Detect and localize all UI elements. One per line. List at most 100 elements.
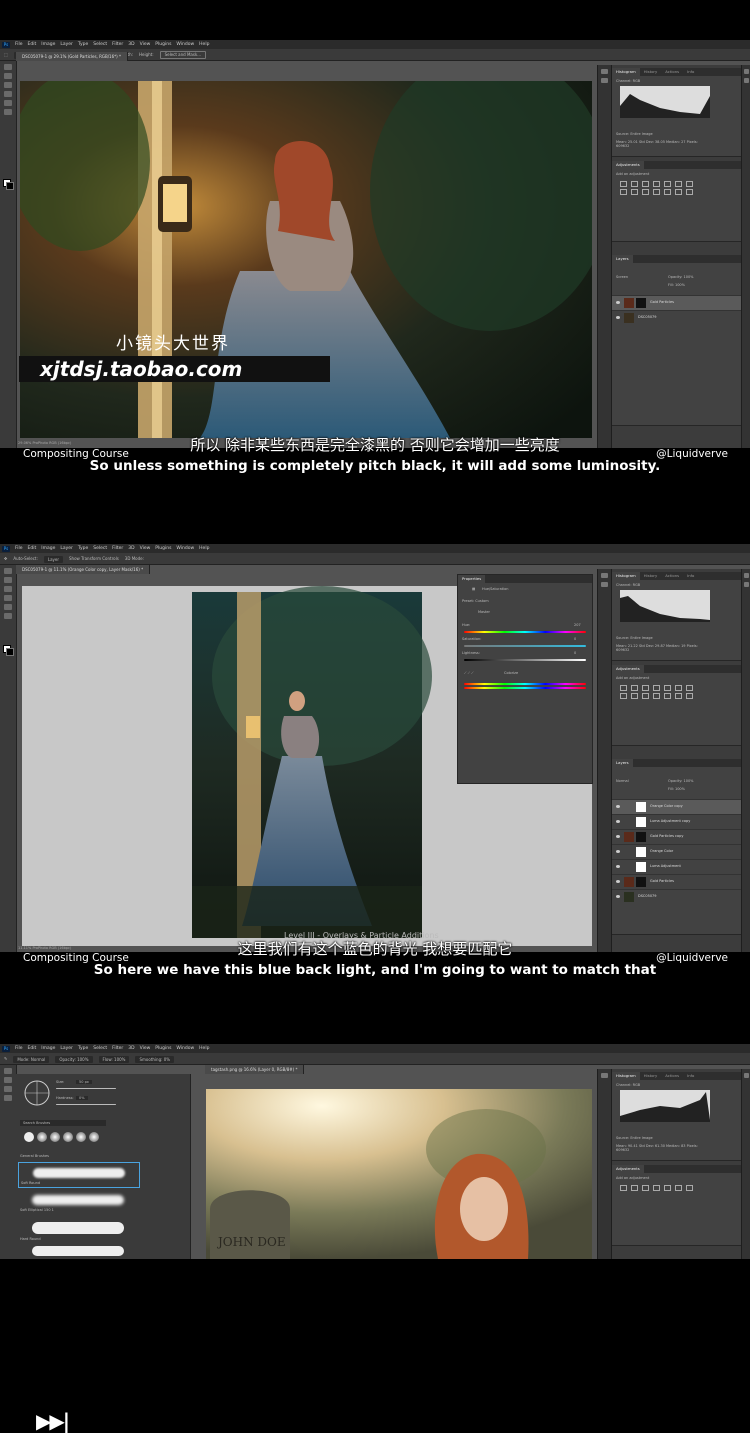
color-icon[interactable] bbox=[743, 573, 749, 578]
tab-history[interactable]: History bbox=[640, 68, 662, 76]
layer-row[interactable]: Gold Particles copy bbox=[612, 829, 741, 844]
menu-plugins[interactable]: Plugins bbox=[155, 1044, 171, 1053]
layer-row[interactable]: Gold Particles bbox=[612, 874, 741, 889]
brush-tip-icon[interactable] bbox=[24, 1132, 34, 1142]
saturation-slider[interactable] bbox=[464, 645, 586, 647]
adjustments-title[interactable]: Adjustments bbox=[612, 1165, 644, 1173]
swatches-icon[interactable] bbox=[601, 582, 608, 587]
properties-icon[interactable] bbox=[601, 573, 608, 578]
crop-tool-icon[interactable] bbox=[4, 595, 12, 601]
lasso-tool-icon[interactable] bbox=[4, 586, 12, 592]
transform-controls-checkbox[interactable]: Show Transform Controls bbox=[69, 553, 119, 564]
menu-type[interactable]: Type bbox=[78, 1044, 88, 1053]
auto-select-checkbox[interactable]: Auto-Select: bbox=[13, 553, 38, 564]
background-color-swatch[interactable] bbox=[6, 648, 14, 656]
curves-icon[interactable] bbox=[642, 685, 649, 691]
menu-type[interactable]: Type bbox=[78, 40, 88, 49]
eye-icon[interactable] bbox=[616, 316, 620, 319]
channel-select[interactable]: Channel: RGB bbox=[616, 583, 640, 587]
color-balance-icon[interactable] bbox=[686, 1185, 693, 1191]
layer-mask-thumbnail[interactable] bbox=[636, 817, 646, 827]
photo-filter-icon[interactable] bbox=[631, 693, 638, 699]
marquee-tool-icon[interactable] bbox=[4, 73, 12, 79]
properties-icon[interactable] bbox=[601, 69, 608, 74]
blend-mode-select[interactable]: Normal bbox=[616, 779, 629, 783]
brush-tip-icon[interactable] bbox=[76, 1132, 86, 1142]
exposure-icon[interactable] bbox=[653, 1185, 660, 1191]
hue-sat-icon[interactable] bbox=[675, 1185, 682, 1191]
brush-tool-icon[interactable] bbox=[4, 604, 12, 610]
brush-group-label[interactable]: General Brushes bbox=[20, 1154, 49, 1158]
channel-mixer-icon[interactable] bbox=[642, 189, 649, 195]
menu-file[interactable]: File bbox=[15, 40, 23, 49]
eye-icon[interactable] bbox=[616, 820, 620, 823]
marquee-tool-icon[interactable] bbox=[4, 1077, 12, 1083]
layer-row[interactable]: DSC05079 bbox=[612, 310, 741, 325]
layer-row[interactable]: Orange Color copy bbox=[612, 799, 741, 814]
curves-icon[interactable] bbox=[642, 1185, 649, 1191]
mode-select[interactable]: Mode: Normal bbox=[13, 1055, 50, 1063]
layers-title[interactable]: Layers bbox=[612, 759, 633, 767]
layer-row[interactable]: Gold Particles bbox=[612, 295, 741, 310]
auto-select-target[interactable]: Layer bbox=[43, 555, 64, 563]
hardness-slider[interactable] bbox=[56, 1104, 116, 1105]
adjustments-title[interactable]: Adjustments bbox=[612, 665, 644, 673]
brush-tip-icon[interactable] bbox=[37, 1132, 47, 1142]
crop-tool-icon[interactable] bbox=[4, 91, 12, 97]
hue-value[interactable]: 207 bbox=[574, 623, 581, 627]
menu-filter[interactable]: Filter bbox=[112, 40, 123, 49]
move-tool-icon[interactable] bbox=[4, 568, 12, 574]
vibrance-icon[interactable] bbox=[664, 685, 671, 691]
opacity-field[interactable]: Opacity: 100% bbox=[668, 275, 694, 279]
fill-field[interactable]: Fill: 100% bbox=[668, 787, 685, 791]
menu-filter[interactable]: Filter bbox=[112, 1044, 123, 1053]
background-color-swatch[interactable] bbox=[6, 182, 14, 190]
move-tool-icon[interactable] bbox=[4, 64, 12, 70]
lightness-value[interactable]: 0 bbox=[574, 651, 576, 655]
tab-histogram[interactable]: Histogram bbox=[612, 572, 640, 580]
menu-window[interactable]: Window bbox=[176, 1044, 194, 1053]
menu-type[interactable]: Type bbox=[78, 544, 88, 553]
tab-info[interactable]: Info bbox=[683, 1072, 698, 1080]
canvas-photo[interactable]: JOHN DOE bbox=[206, 1089, 592, 1259]
brush-tip-icon[interactable] bbox=[50, 1132, 60, 1142]
menu-plugins[interactable]: Plugins bbox=[155, 40, 171, 49]
menu-select[interactable]: Select bbox=[93, 40, 107, 49]
curves-icon[interactable] bbox=[642, 181, 649, 187]
brightness-icon[interactable] bbox=[620, 1185, 627, 1191]
menu-edit[interactable]: Edit bbox=[28, 1044, 37, 1053]
layer-row[interactable]: Orange Color bbox=[612, 844, 741, 859]
exposure-icon[interactable] bbox=[653, 685, 660, 691]
photo-filter-icon[interactable] bbox=[631, 189, 638, 195]
menu-help[interactable]: Help bbox=[199, 1044, 209, 1053]
tab-actions[interactable]: Actions bbox=[661, 68, 683, 76]
brightness-icon[interactable] bbox=[620, 685, 627, 691]
swatches-icon[interactable] bbox=[601, 78, 608, 83]
layer-mask-thumbnail[interactable] bbox=[636, 877, 646, 887]
tab-info[interactable]: Info bbox=[683, 68, 698, 76]
tab-actions[interactable]: Actions bbox=[661, 572, 683, 580]
menu-layer[interactable]: Layer bbox=[60, 40, 73, 49]
tab-info[interactable]: Info bbox=[683, 572, 698, 580]
brush-tip-icon[interactable] bbox=[63, 1132, 73, 1142]
layer-row[interactable]: Luma Adjustment bbox=[612, 859, 741, 874]
brush-settings-icon[interactable] bbox=[743, 78, 749, 83]
color-balance-icon[interactable] bbox=[686, 685, 693, 691]
document-tab[interactable]: tagstash.png @ 16.6% (Layer 0, RGB/8#) * bbox=[205, 1065, 305, 1074]
levels-icon[interactable] bbox=[631, 685, 638, 691]
vibrance-icon[interactable] bbox=[664, 1185, 671, 1191]
hue-sat-icon[interactable] bbox=[675, 181, 682, 187]
channel-mixer-icon[interactable] bbox=[642, 693, 649, 699]
tab-actions[interactable]: Actions bbox=[661, 1072, 683, 1080]
menu-edit[interactable]: Edit bbox=[28, 40, 37, 49]
eye-icon[interactable] bbox=[616, 805, 620, 808]
move-tool-icon[interactable] bbox=[4, 1068, 12, 1074]
color-icon[interactable] bbox=[743, 69, 749, 74]
menu-help[interactable]: Help bbox=[199, 40, 209, 49]
eye-icon[interactable] bbox=[616, 865, 620, 868]
canvas-photo[interactable] bbox=[20, 81, 592, 438]
tab-histogram[interactable]: Histogram bbox=[612, 68, 640, 76]
brush-tool-icon[interactable] bbox=[4, 100, 12, 106]
menu-plugins[interactable]: Plugins bbox=[155, 544, 171, 553]
brush-tool-icon[interactable]: ✎ bbox=[4, 1053, 7, 1064]
